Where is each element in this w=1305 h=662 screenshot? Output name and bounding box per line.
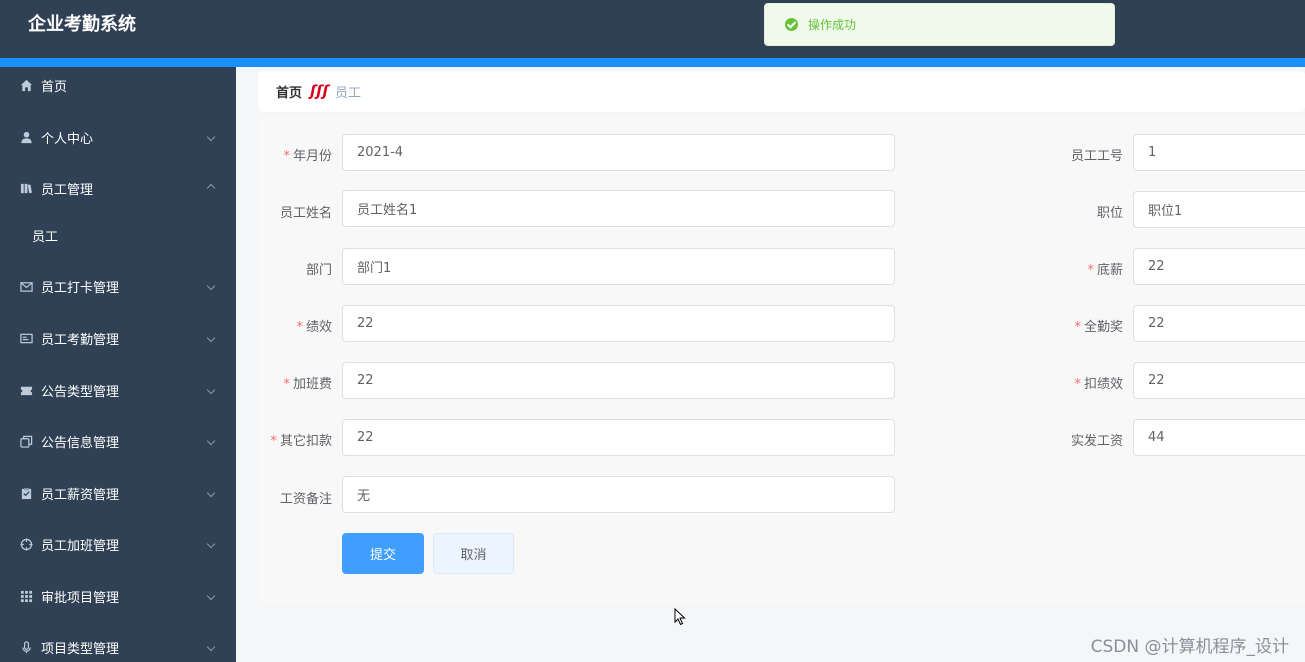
actual-salary-label: 实发工资 [1070, 434, 1123, 449]
salary-note-label: 工资备注 [279, 492, 332, 507]
chevron-down-icon [206, 385, 216, 395]
target-icon [19, 537, 33, 551]
sidebar-item-overtime-management[interactable]: 员工加班管理 [0, 518, 236, 570]
sidebar-item-clockin-management[interactable]: 员工打卡管理 [0, 260, 236, 312]
card-icon [19, 331, 33, 345]
chevron-down-icon [206, 281, 216, 291]
department-label: 部门 [305, 263, 332, 278]
performance-label: * 绩效 [296, 320, 332, 335]
sidebar-item-approval-management[interactable]: 审批项目管理 [0, 570, 236, 622]
sidebar-item-label: 员工加班管理 [41, 538, 120, 554]
base-salary-label: * 底薪 [1087, 263, 1123, 278]
breadcrumb-home[interactable]: 首页 [276, 82, 302, 101]
sidebar-item-project-type-management[interactable]: 项目类型管理 [0, 621, 236, 662]
performance-deduction-label: * 扣绩效 [1074, 377, 1123, 392]
sidebar-item-notice-type-management[interactable]: 公告类型管理 [0, 364, 236, 416]
watermark: CSDN @计算机程序_设计 [1090, 637, 1289, 657]
performance-deduction-input[interactable]: 22 [1133, 362, 1305, 399]
breadcrumb-current: 员工 [335, 85, 362, 101]
sidebar-item-label: 公告类型管理 [41, 384, 120, 400]
ticket-icon [19, 383, 33, 397]
chevron-down-icon [206, 132, 216, 142]
mouse-cursor-icon [674, 607, 686, 630]
chevron-down-icon [206, 333, 216, 343]
position-input[interactable]: 职位1 [1133, 191, 1305, 228]
sidebar-item-label: 员工薪资管理 [41, 487, 120, 503]
sidebar: 首页 个人中心 员工管理 员工 员工打卡管理 员工考勤管理 公告类型管理 公告信… [0, 67, 236, 662]
base-salary-input[interactable]: 22 [1133, 248, 1305, 285]
attendance-bonus-input[interactable]: 22 [1133, 305, 1305, 342]
chevron-down-icon [206, 539, 216, 549]
attendance-bonus-label: * 全勤奖 [1074, 320, 1123, 335]
sidebar-item-label: 员工考勤管理 [41, 332, 120, 348]
toast-message: 操作成功 [808, 18, 857, 32]
sidebar-item-salary-management[interactable]: 员工薪资管理 [0, 467, 236, 519]
sidebar-item-label: 公告信息管理 [41, 435, 120, 451]
year-month-input[interactable]: 2021-4 [342, 134, 895, 171]
clipboard-icon [19, 486, 33, 500]
mail-icon [19, 279, 33, 293]
other-deduction-input[interactable]: 22 [342, 419, 895, 456]
actual-salary-input[interactable]: 44 [1133, 419, 1305, 456]
breadcrumb: 首页 ʃʃʃ 员工 [258, 70, 1305, 112]
sidebar-item-label: 个人中心 [41, 131, 94, 147]
check-circle-icon [785, 18, 798, 31]
sidebar-item-notice-info-management[interactable]: 公告信息管理 [0, 415, 236, 467]
chevron-down-icon [206, 591, 216, 601]
breadcrumb-separator: ʃʃʃ [310, 82, 329, 100]
employee-name-label: 员工姓名 [279, 206, 332, 221]
sidebar-item-employee-management[interactable]: 员工管理 [0, 162, 236, 214]
sidebar-item-label: 员工打卡管理 [41, 280, 120, 296]
home-icon [19, 78, 33, 92]
copy-icon [19, 434, 33, 448]
mic-icon [19, 640, 33, 654]
employee-no-label: 员工工号 [1070, 149, 1123, 164]
sidebar-item-profile[interactable]: 个人中心 [0, 111, 236, 163]
app-title: 企业考勤系统 [28, 14, 136, 35]
sidebar-item-attendance-management[interactable]: 员工考勤管理 [0, 312, 236, 364]
salary-note-input[interactable]: 无 [342, 476, 895, 513]
cancel-button[interactable]: 取消 [433, 533, 514, 574]
sidebar-item-label: 首页 [41, 79, 68, 95]
sidebar-item-label: 员工管理 [41, 182, 94, 198]
year-month-label: * 年月份 [283, 149, 332, 164]
employee-name-input[interactable]: 员工姓名1 [342, 190, 895, 227]
chevron-down-icon [206, 488, 216, 498]
sidebar-subitem-employee[interactable]: 员工 [0, 213, 236, 257]
sidebar-item-label: 审批项目管理 [41, 590, 120, 606]
success-toast: 操作成功 [764, 3, 1115, 46]
chevron-down-icon [206, 436, 216, 446]
performance-input[interactable]: 22 [342, 305, 895, 342]
user-icon [19, 130, 33, 144]
sidebar-item-home[interactable]: 首页 [0, 59, 236, 111]
department-input[interactable]: 部门1 [342, 248, 895, 285]
books-icon [19, 181, 33, 195]
other-deduction-label: * 其它扣款 [270, 434, 332, 449]
overtime-pay-label: * 加班费 [283, 377, 332, 392]
employee-no-input[interactable]: 1 [1133, 134, 1305, 171]
chevron-down-icon [206, 642, 216, 652]
chevron-up-icon [206, 183, 216, 193]
sidebar-subitem-label: 员工 [32, 229, 59, 245]
sidebar-item-label: 项目类型管理 [41, 641, 120, 657]
overtime-pay-input[interactable]: 22 [342, 362, 895, 399]
position-label: 职位 [1096, 206, 1123, 221]
submit-button[interactable]: 提交 [342, 533, 424, 574]
grid-icon [19, 589, 33, 603]
